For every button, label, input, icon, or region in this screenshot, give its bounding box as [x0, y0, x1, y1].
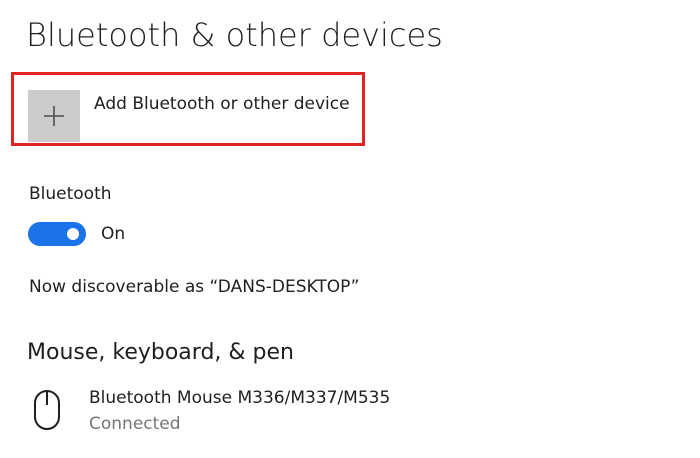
- bluetooth-toggle[interactable]: [28, 222, 86, 246]
- plus-icon: [44, 106, 64, 126]
- add-device-label[interactable]: Add Bluetooth or other device: [94, 94, 350, 114]
- bluetooth-toggle-state: On: [101, 224, 126, 244]
- page-title: Bluetooth & other devices: [26, 16, 443, 54]
- add-device-button[interactable]: Add Bluetooth or other device: [28, 90, 363, 142]
- discoverable-status: Now discoverable as “DANS-DESKTOP”: [29, 277, 360, 297]
- device-list-item[interactable]: Bluetooth Mouse M336/M337/M535 Connected: [30, 385, 450, 439]
- device-name: Bluetooth Mouse M336/M337/M535: [89, 388, 391, 408]
- add-device-tile[interactable]: [28, 90, 80, 142]
- mouse-icon: [30, 387, 64, 433]
- bluetooth-toggle-row: On: [28, 222, 125, 246]
- mouse-keyboard-pen-heading: Mouse, keyboard, & pen: [27, 340, 294, 365]
- toggle-knob: [67, 228, 79, 240]
- device-status: Connected: [89, 414, 181, 434]
- device-text: Bluetooth Mouse M336/M337/M535 Connected: [89, 385, 390, 437]
- bluetooth-label: Bluetooth: [29, 184, 112, 204]
